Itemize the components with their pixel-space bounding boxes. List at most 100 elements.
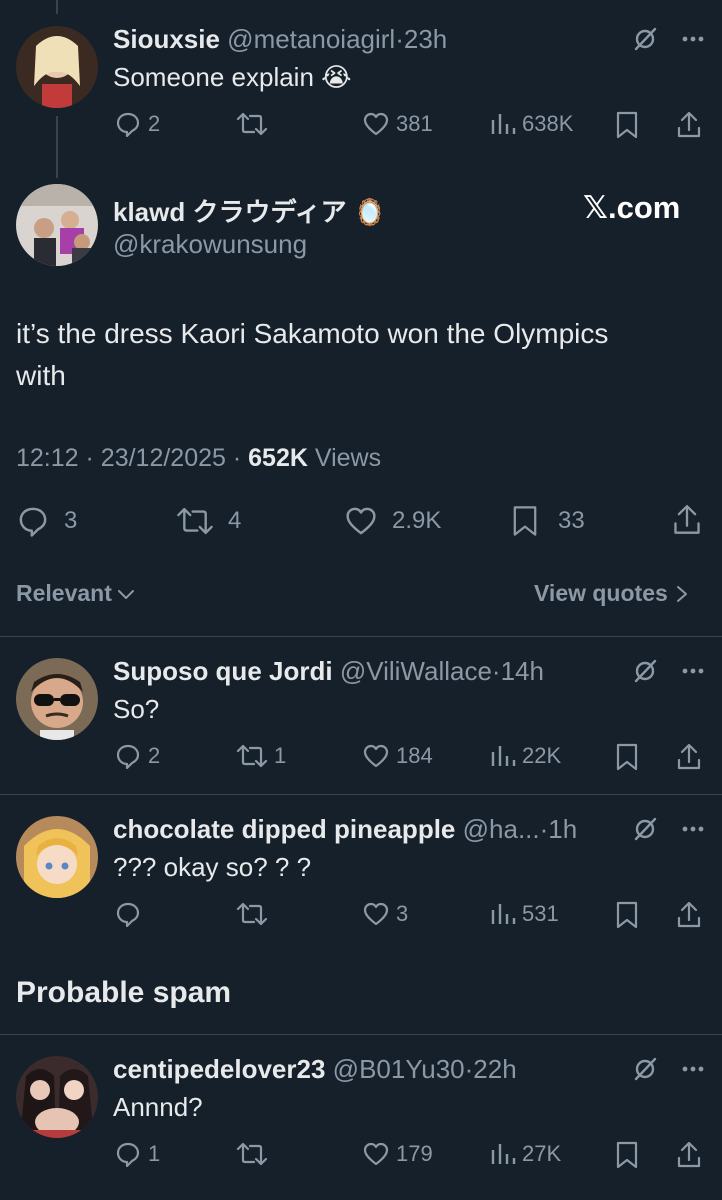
views-button[interactable]: 27K [490, 1140, 561, 1168]
display-name[interactable]: Suposo que Jordi [113, 656, 333, 686]
grok-slash-icon[interactable] [632, 658, 658, 684]
handle[interactable]: @B01Yu30 [333, 1054, 465, 1084]
display-name[interactable]: chocolate dipped pineapple [113, 814, 455, 844]
avatar[interactable] [16, 816, 98, 898]
bookmark-icon [513, 506, 537, 536]
timestamp[interactable]: 22h [473, 1054, 516, 1084]
like-button[interactable]: 179 [362, 1140, 433, 1168]
heart-icon [363, 902, 389, 926]
avatar[interactable] [16, 1056, 98, 1138]
post-time[interactable]: 12:12 [16, 444, 79, 472]
repost-button[interactable] [236, 110, 274, 138]
reply-button[interactable]: 3 [16, 504, 77, 538]
repost-button[interactable] [236, 1140, 274, 1168]
reply-icon [116, 1142, 140, 1168]
share-icon [674, 505, 700, 534]
more-dots-icon[interactable] [680, 1056, 706, 1082]
bookmark-icon [616, 1141, 638, 1169]
views-bar-chart-icon [491, 1144, 516, 1164]
share-button[interactable] [676, 900, 702, 930]
chevron-right-icon [676, 585, 687, 602]
like-button[interactable]: 3 [362, 900, 408, 928]
post-top-actions [632, 26, 706, 52]
heart-icon [363, 112, 389, 136]
section-heading: Probable spam [16, 976, 232, 1009]
share-button[interactable] [676, 110, 702, 140]
chevron-down-icon [117, 589, 134, 599]
display-name[interactable]: centipedelover23 [113, 1054, 325, 1084]
display-name[interactable]: Siouxsie [113, 24, 220, 54]
reply-text: Annnd? [113, 1092, 203, 1122]
share-button[interactable] [676, 1140, 702, 1170]
like-button[interactable]: 2.9K [344, 504, 441, 538]
handle[interactable]: @ViliWallace [340, 656, 492, 686]
views-bar-chart-icon [491, 114, 516, 134]
bookmark-icon [616, 743, 638, 771]
views-button[interactable]: 531 [490, 900, 559, 928]
grok-slash-icon[interactable] [632, 1056, 658, 1082]
repost-icon [236, 744, 268, 768]
grok-slash-icon[interactable] [632, 26, 658, 52]
repost-button[interactable]: 4 [176, 504, 241, 538]
mirror-emoji: 🪞 [353, 197, 387, 227]
share-button[interactable] [672, 502, 702, 538]
avatar[interactable] [16, 26, 98, 108]
bookmark-button[interactable] [614, 110, 640, 140]
bookmark-button[interactable] [614, 742, 640, 772]
reply-header: chocolate dipped pineapple @ha...·1h [113, 814, 578, 844]
timestamp[interactable]: 1h [548, 814, 577, 844]
post-header: Siouxsie @metanoiagirl·23h [113, 24, 447, 55]
more-dots-icon[interactable] [680, 816, 706, 842]
reply-header: Suposo que Jordi @ViliWallace·14h [113, 656, 544, 686]
timestamp[interactable]: 23h [404, 24, 447, 54]
handle[interactable]: @ha... [463, 814, 540, 844]
repost-icon [177, 507, 213, 535]
bookmark-icon [616, 111, 638, 139]
reply-button[interactable] [114, 900, 148, 928]
post-meta: 12:12 · 23/12/2025 · 652K Views [16, 444, 382, 472]
reply-icon [19, 507, 47, 537]
share-icon [677, 1141, 701, 1168]
share-icon [677, 111, 701, 138]
reply-icon [116, 902, 140, 928]
separator: · [395, 24, 404, 54]
repost-button[interactable]: 1 [236, 742, 286, 770]
views-bar-chart-icon [491, 746, 516, 766]
timestamp[interactable]: 14h [501, 656, 544, 686]
divider [0, 794, 722, 795]
views-count: 652K [248, 444, 308, 472]
view-quotes-link[interactable]: View quotes [534, 580, 690, 607]
display-name[interactable]: klawd クラウディア [113, 197, 347, 227]
share-button[interactable] [676, 742, 702, 772]
post-date[interactable]: 23/12/2025 [101, 444, 226, 472]
views-button[interactable]: 638K [490, 110, 573, 138]
views-bar-chart-icon [491, 904, 516, 924]
reply-button[interactable]: 2 [114, 742, 160, 770]
bookmark-button[interactable] [614, 1140, 640, 1170]
handle[interactable]: @metanoiagirl [227, 24, 395, 54]
reply-text: So? [113, 694, 160, 724]
bookmark-button[interactable]: 33 [510, 504, 585, 538]
post-header: klawd クラウディア 🪞 [113, 192, 386, 229]
views-button[interactable]: 22K [490, 742, 561, 770]
divider [0, 636, 722, 637]
reply-header: centipedelover23 @B01Yu30·22h [113, 1054, 517, 1084]
like-button[interactable]: 381 [362, 110, 433, 138]
avatar[interactable] [16, 658, 98, 740]
avatar[interactable] [16, 184, 98, 266]
bookmark-button[interactable] [614, 900, 640, 930]
like-button[interactable]: 184 [362, 742, 433, 770]
sort-relevant-dropdown[interactable]: Relevant [16, 580, 136, 607]
crying-emoji: 😭 [321, 62, 352, 92]
post-text-line-1: it’s the dress Kaori Sakamoto won the Ol… [16, 318, 609, 349]
reply-button[interactable]: 1 [114, 1140, 160, 1168]
more-dots-icon[interactable] [680, 658, 706, 684]
handle[interactable]: @krakowunsung [113, 229, 307, 260]
more-dots-icon[interactable] [680, 26, 706, 52]
post-text-line-2: with [16, 360, 66, 391]
grok-slash-icon[interactable] [632, 816, 658, 842]
reply-button[interactable]: 2 [114, 110, 160, 138]
repost-button[interactable] [236, 900, 274, 928]
heart-icon [363, 744, 389, 768]
divider [0, 1034, 722, 1035]
